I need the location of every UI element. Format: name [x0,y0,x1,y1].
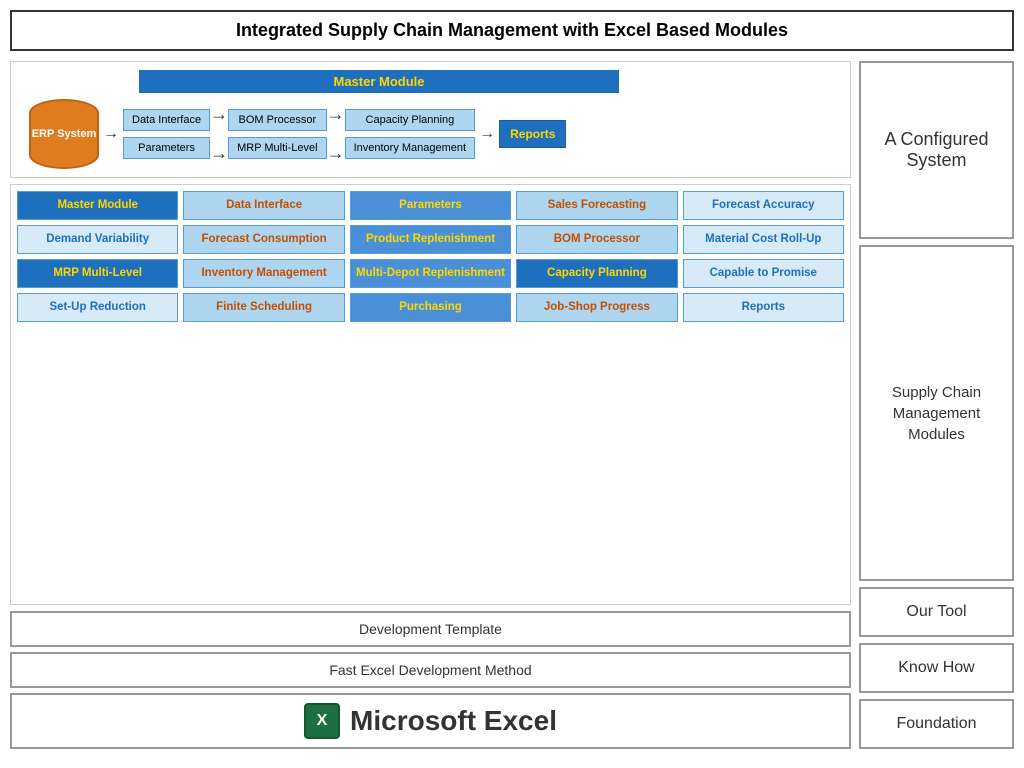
foundation-box: Foundation [859,699,1014,749]
arrow-params: → [210,143,228,164]
module-capacity-planning: Capacity Planning [516,259,677,288]
diag-data-interface: Data Interface [123,109,210,131]
module-setup-reduction: Set-Up Reduction [17,293,178,322]
arrow-mrp: → [327,143,345,164]
modules-section: Master Module Data Interface Parameters … [10,184,851,605]
module-inventory-management: Inventory Management [183,259,344,288]
page-title: Integrated Supply Chain Management with … [10,10,1014,51]
module-material-cost-rollup: Material Cost Roll-Up [683,225,844,254]
diagram-section: Master Module ERP System → Data Interfac… [10,61,851,178]
fast-excel-method: Fast Excel Development Method [10,652,851,688]
module-demand-variability: Demand Variability [17,225,178,254]
diag-capacity: Capacity Planning [345,109,476,131]
module-mrp-multilevel: MRP Multi-Level [17,259,178,288]
arrow-reports: → [475,125,499,143]
arrow-di: → [210,104,228,125]
microsoft-excel-row: X Microsoft Excel [10,693,851,749]
diag-parameters: Parameters [123,137,210,159]
module-sales-forecasting: Sales Forecasting [516,191,677,220]
module-parameters: Parameters [350,191,511,220]
excel-title: Microsoft Excel [350,705,557,737]
module-purchasing: Purchasing [350,293,511,322]
our-tool-box: Our Tool [859,587,1014,637]
module-forecast-accuracy: Forecast Accuracy [683,191,844,220]
module-product-replenishment: Product Replenishment [350,225,511,254]
bottom-section: Development Template Fast Excel Developm… [10,611,851,749]
development-template: Development Template [10,611,851,647]
diag-reports: Reports [499,120,566,148]
modules-grid: Master Module Data Interface Parameters … [17,191,844,322]
excel-letter: X [317,712,328,730]
diag-inventory: Inventory Management [345,137,476,159]
arrow-bom: → [327,104,345,125]
module-data-interface: Data Interface [183,191,344,220]
module-capable-to-promise: Capable to Promise [683,259,844,288]
supply-chain-modules-box: Supply Chain Management Modules [859,245,1014,581]
configured-system-box: A Configured System [859,61,1014,239]
right-panel: A Configured System Supply Chain Managem… [859,61,1014,749]
module-forecast-consumption: Forecast Consumption [183,225,344,254]
excel-logo: X [304,703,340,739]
arrow-erp: → [99,125,123,143]
supply-chain-label: Supply Chain Management Modules [869,382,1004,445]
module-reports: Reports [683,293,844,322]
master-module-bar: Master Module [139,70,619,93]
module-master-module: Master Module [17,191,178,220]
module-finite-scheduling: Finite Scheduling [183,293,344,322]
diag-mrp: MRP Multi-Level [228,137,327,159]
erp-cylinder: ERP System [29,99,99,169]
module-bom-processor: BOM Processor [516,225,677,254]
module-multi-depot: Multi-Depot Replenishment [350,259,511,288]
know-how-box: Know How [859,643,1014,693]
diag-bom: BOM Processor [228,109,327,131]
module-jobshop-progress: Job-Shop Progress [516,293,677,322]
